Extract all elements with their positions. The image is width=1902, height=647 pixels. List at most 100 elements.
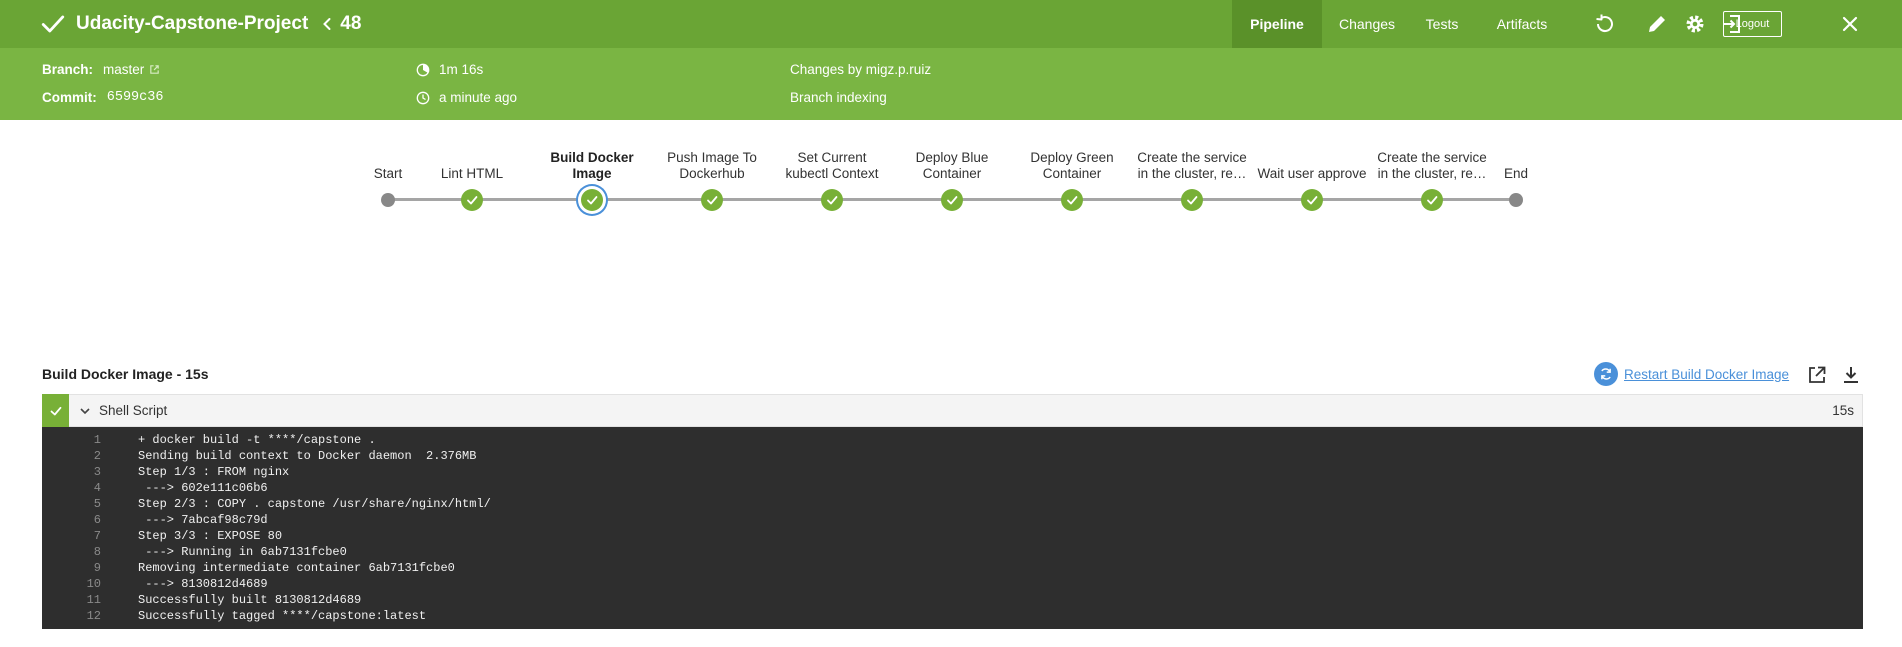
run-info-bar: Branch: master Commit: 6599c36 1m 16s a … (0, 48, 1902, 120)
top-bar: Udacity-Capstone-Project 48 Pipeline Cha… (0, 0, 1902, 48)
stage-node-create-service-2[interactable] (1421, 189, 1443, 211)
log-line-number[interactable]: 9 (42, 560, 101, 576)
log-line-number[interactable]: 10 (42, 576, 101, 592)
close-icon[interactable] (1838, 12, 1862, 36)
run-number: 48 (340, 13, 362, 34)
download-icon[interactable] (1840, 364, 1862, 386)
check-icon (41, 15, 65, 33)
stage-label[interactable]: Create the service in the cluster, re… (1374, 150, 1490, 182)
log-line-number[interactable]: 4 (42, 480, 101, 496)
header-tabs: Pipeline Changes Tests Artifacts (1232, 0, 1572, 48)
log-line: 4 ---> 602e111c06b6 (42, 480, 1863, 496)
stage-label[interactable]: Create the service in the cluster, re… (1134, 150, 1250, 182)
log-line-number[interactable]: 8 (42, 544, 101, 560)
log-line: 9 Removing intermediate container 6ab7131… (42, 560, 1863, 576)
log-line-text: Removing intermediate container 6ab7131f… (138, 561, 455, 575)
restart-link[interactable]: Restart Build Docker Image (1624, 367, 1789, 382)
gear-icon[interactable] (1683, 12, 1707, 36)
logout-label: Logout (1735, 18, 1770, 30)
open-new-window-icon[interactable] (1806, 364, 1828, 386)
log-line-number[interactable]: 5 (42, 496, 101, 512)
log-line-number[interactable]: 1 (42, 432, 101, 448)
log-line: 7 Step 3/3 : EXPOSE 80 (42, 528, 1863, 544)
tab-pipeline[interactable]: Pipeline (1232, 0, 1322, 48)
started-info: a minute ago (416, 90, 517, 105)
log-line-text: ---> 7abcaf98c79d (138, 513, 268, 527)
duration-info: 1m 16s (416, 62, 483, 77)
log-line-number[interactable]: 11 (42, 592, 101, 608)
stage-node-deploy-blue[interactable] (941, 189, 963, 211)
log-line-text: ---> Running in 6ab7131fcbe0 (138, 545, 347, 559)
branch-value[interactable]: master (103, 62, 144, 77)
check-icon (1067, 196, 1078, 205)
stage-label[interactable]: Build Docker Image (542, 150, 642, 182)
duration-value: 1m 16s (439, 62, 484, 77)
logout-button[interactable]: Logout (1723, 11, 1782, 37)
check-icon (50, 406, 61, 415)
replay-icon[interactable] (1592, 12, 1616, 36)
branch-info: Branch: master (42, 62, 160, 77)
log-line-number[interactable]: 6 (42, 512, 101, 528)
check-icon (1307, 196, 1318, 205)
log-line-text: ---> 602e111c06b6 (138, 481, 268, 495)
stage-label[interactable]: Set Current kubectl Context (779, 150, 885, 182)
check-icon (467, 196, 478, 205)
pencil-icon[interactable] (1645, 12, 1669, 36)
check-icon (587, 196, 598, 205)
stage-node-push-image[interactable] (701, 189, 723, 211)
stage-node-build-docker-image[interactable] (581, 189, 603, 211)
restart-stage-button[interactable]: Restart Build Docker Image (1594, 362, 1789, 386)
restart-icon (1594, 362, 1618, 386)
cause-info: Branch indexing (790, 90, 887, 105)
log-line-text: Successfully tagged ****/capstone:latest (138, 609, 427, 623)
log-line: 3 Step 1/3 : FROM nginx (42, 464, 1863, 480)
log-line: 11 Successfully built 8130812d4689 (42, 592, 1863, 608)
cause-value: Branch indexing (790, 90, 887, 105)
console-log[interactable]: 1 + docker build -t ****/capstone . 2 Send… (42, 427, 1863, 629)
check-icon (1187, 196, 1198, 205)
step-name[interactable]: Shell Script (99, 403, 167, 418)
check-icon (947, 196, 958, 205)
log-line: 10 ---> 8130812d4689 (42, 576, 1863, 592)
stage-label: End (1503, 166, 1529, 181)
log-line-text: ---> 8130812d4689 (138, 577, 268, 591)
log-line-number[interactable]: 7 (42, 528, 101, 544)
chevron-left-icon (323, 18, 331, 30)
commit-info: Commit: 6599c36 (42, 90, 163, 105)
tab-label: Tests (1425, 16, 1459, 32)
step-row-shell-script[interactable]: Shell Script 15s (42, 394, 1863, 427)
log-line: 1 + docker build -t ****/capstone . (42, 432, 1863, 448)
log-line-number[interactable]: 2 (42, 448, 101, 464)
tab-changes[interactable]: Changes (1322, 0, 1412, 48)
stage-node-create-service-1[interactable] (1181, 189, 1203, 211)
tab-label: Pipeline (1250, 16, 1304, 32)
log-line-number[interactable]: 3 (42, 464, 101, 480)
stage-node-deploy-green[interactable] (1061, 189, 1083, 211)
pipeline-title[interactable]: Udacity-Capstone-Project (76, 13, 308, 35)
check-icon (707, 196, 718, 205)
stage-node-lint-html[interactable] (461, 189, 483, 211)
stage-label[interactable]: Lint HTML (412, 166, 532, 182)
stage-node-set-kubectl-context[interactable] (821, 189, 843, 211)
stage-label[interactable]: Push Image To Dockerhub (662, 150, 762, 182)
step-duration: 15s (1832, 403, 1854, 418)
tab-tests[interactable]: Tests (1412, 0, 1472, 48)
check-icon (1427, 196, 1438, 205)
external-link-icon[interactable] (149, 64, 160, 75)
stage-label[interactable]: Deploy Blue Container (907, 150, 997, 182)
chevron-down-icon[interactable] (79, 405, 91, 417)
log-line-text: + docker build -t ****/capstone . (138, 433, 376, 447)
log-line-number[interactable]: 12 (42, 608, 101, 624)
log-line-text: Step 1/3 : FROM nginx (138, 465, 290, 479)
log-line: 6 ---> 7abcaf98c79d (42, 512, 1863, 528)
stage-node-wait-user-approve[interactable] (1301, 189, 1323, 211)
stage-label[interactable]: Deploy Green Container (1022, 150, 1122, 182)
log-line-text: Step 2/3 : COPY . capstone /usr/share/ng… (138, 497, 491, 511)
check-icon (827, 196, 838, 205)
changes-info: Changes by migz.p.ruiz (790, 62, 931, 77)
clock-icon (416, 91, 430, 104)
log-line: 12 Successfully tagged ****/capstone:late… (42, 608, 1863, 624)
tab-artifacts[interactable]: Artifacts (1472, 0, 1572, 48)
log-line-text: Sending build context to Docker daemon 2… (138, 449, 477, 463)
stage-label[interactable]: Wait user approve (1252, 166, 1372, 182)
